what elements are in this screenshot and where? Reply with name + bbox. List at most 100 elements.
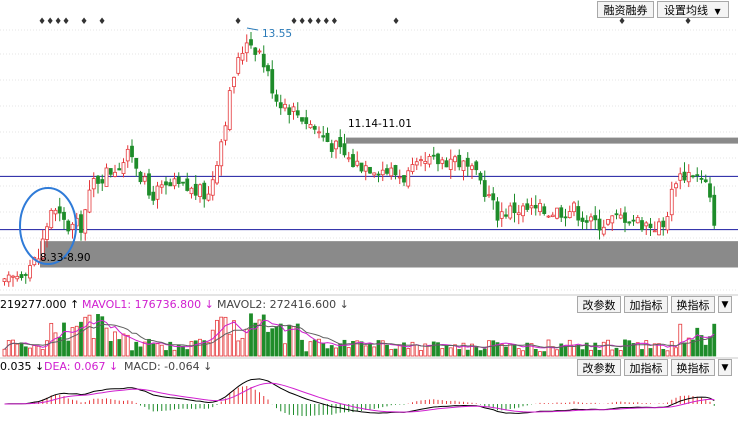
candle-body — [606, 219, 610, 225]
candle-body — [206, 193, 211, 201]
candle-body — [703, 179, 708, 183]
candle-body — [538, 202, 542, 213]
volume-bar — [538, 351, 542, 357]
candle-body — [708, 183, 712, 198]
candle-body — [563, 216, 568, 219]
candle-body — [410, 164, 415, 172]
volume-bar — [189, 341, 194, 357]
volume-bar — [121, 333, 126, 357]
volume-bar — [431, 341, 436, 357]
volume-bar — [266, 331, 270, 357]
volume-bar — [270, 328, 275, 357]
candle-body — [444, 160, 449, 168]
mavol2-label: MAVOL2: 272416.600 ↓ — [217, 298, 349, 311]
volume-change-params-button[interactable]: 改参数 — [577, 296, 621, 313]
candle-body — [15, 275, 20, 280]
volume-bar — [66, 340, 71, 357]
volume-bar — [193, 340, 198, 357]
candle-body — [372, 172, 377, 176]
resistance-zone-label: 11.14-11.01 — [348, 118, 412, 130]
candle-body — [623, 212, 627, 223]
macd-add-indicator-button[interactable]: 加指标 — [624, 359, 668, 376]
candle-body — [555, 207, 559, 219]
candle-body — [618, 214, 623, 219]
set-ma-label: 设置均线 — [664, 4, 708, 17]
candle-body — [57, 206, 62, 214]
candle-body — [210, 179, 215, 196]
candle-body — [287, 107, 292, 115]
volume-bar — [2, 348, 7, 357]
candle-body — [414, 161, 419, 166]
macd-switch-indicator-button[interactable]: 换指标 — [671, 359, 715, 376]
volume-bar — [155, 343, 160, 357]
macd-change-params-button[interactable]: 改参数 — [577, 359, 621, 376]
volume-bar — [567, 339, 572, 357]
volume-bar — [40, 349, 45, 357]
candle-body — [363, 165, 368, 172]
volume-bar — [708, 336, 712, 357]
volume-bar — [593, 342, 598, 357]
volume-switch-indicator-button[interactable]: 换指标 — [671, 296, 715, 313]
candle-body — [19, 274, 24, 279]
volume-bar — [215, 319, 219, 357]
candle-body — [142, 176, 147, 182]
volume-scroll-arrow[interactable]: ▼ — [718, 296, 732, 313]
candle-body — [699, 178, 704, 180]
margin-trading-button[interactable]: 融资融券 — [597, 1, 654, 18]
candle-body — [419, 159, 423, 162]
volume-bar — [181, 345, 185, 357]
volume-bar — [686, 337, 691, 357]
candle-body — [100, 179, 105, 184]
volume-bar — [406, 348, 411, 357]
volume-add-indicator-button[interactable]: 加指标 — [624, 296, 668, 313]
volume-bar — [249, 313, 253, 357]
macd-scroll-arrow[interactable]: ▼ — [718, 359, 732, 376]
candle-body — [542, 206, 547, 214]
candle-body — [240, 52, 245, 61]
set-ma-button[interactable]: 设置均线 ▼ — [657, 1, 729, 18]
candle-body — [134, 157, 139, 169]
candle-body — [487, 194, 491, 197]
volume-bar — [440, 348, 445, 357]
candle-body — [87, 189, 92, 213]
candle-body — [198, 184, 202, 197]
candle-body — [355, 160, 360, 166]
volume-bar — [91, 338, 96, 357]
candle-body — [6, 274, 11, 283]
candle-body — [329, 143, 334, 152]
candle-body — [83, 209, 88, 234]
candle-body — [584, 220, 589, 223]
volume-bar — [576, 344, 581, 357]
volume-bar — [610, 349, 615, 357]
volume-bar — [457, 349, 462, 357]
candle-body — [338, 137, 343, 148]
candle-body — [504, 214, 508, 217]
candle-body — [359, 162, 364, 172]
candle-body — [295, 110, 300, 116]
candle-body — [274, 94, 279, 102]
volume-bar — [491, 340, 496, 357]
volume-bar — [19, 342, 24, 357]
candle-body — [572, 202, 576, 213]
candle-body — [512, 202, 517, 214]
volume-bar — [240, 337, 245, 357]
volume-bar — [57, 337, 62, 357]
volume-bar — [164, 350, 168, 357]
candle-body — [11, 275, 15, 278]
volume-bar — [385, 344, 389, 357]
volume-bar — [134, 341, 139, 357]
volume-bar — [695, 327, 700, 357]
volume-bar — [563, 345, 568, 357]
candle-body — [448, 158, 453, 170]
candle-body — [397, 176, 402, 179]
candle-body — [202, 182, 207, 200]
volume-bar — [159, 344, 164, 357]
candle-body — [342, 143, 347, 156]
event-marker: ♦♦♦ — [38, 17, 62, 27]
volume-bar — [542, 351, 547, 357]
candle-body — [189, 187, 194, 195]
candle-body — [181, 181, 185, 184]
candle-body — [453, 156, 457, 163]
volume-bar — [283, 343, 287, 357]
volume-bar — [389, 349, 394, 357]
